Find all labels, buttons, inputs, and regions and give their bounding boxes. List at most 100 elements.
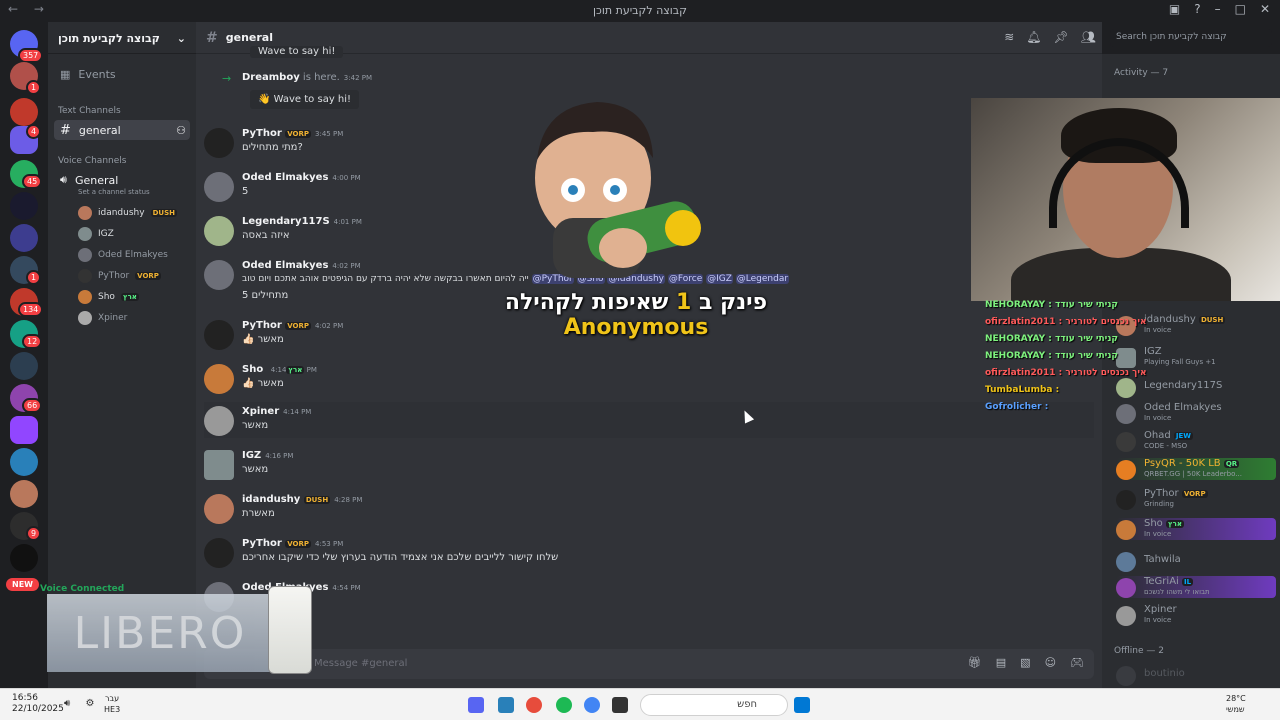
events-label: Events — [78, 67, 116, 81]
clock[interactable]: 16:56 22/10/2025 — [12, 693, 64, 715]
message-text: ייה להיום תאשרו בבקשה שלא יהיה ברדק עם ה… — [242, 274, 790, 284]
voice-user[interactable]: idandushy DUSH — [78, 206, 177, 220]
spotify-taskbar-icon[interactable] — [556, 697, 572, 713]
voice-user[interactable]: PyThor VORP — [78, 269, 161, 283]
chat-line: ofirzlatin2011 : איך נכנסים לטורניר — [985, 317, 1147, 327]
author[interactable]: Oded Elmakyes 4:00 PM — [242, 172, 361, 183]
server-header[interactable]: קבוצה לקביעת תוכן ⌄ — [48, 22, 196, 54]
avatar[interactable] — [204, 128, 234, 158]
avatar[interactable] — [204, 406, 234, 436]
weather-widget[interactable]: 28°C שמשי — [1226, 693, 1246, 715]
author[interactable]: PyThor VORP 4:53 PM — [242, 538, 343, 549]
avatar[interactable] — [204, 320, 234, 350]
avatar[interactable] — [204, 494, 234, 524]
offline-header: Offline — 2 — [1114, 646, 1164, 656]
taskbar-search[interactable]: חפש — [640, 694, 788, 716]
pin-icon[interactable]: 📌︎ — [1054, 30, 1069, 44]
twitch-server-icon[interactable] — [10, 416, 38, 444]
windows-start-icon[interactable] — [794, 697, 810, 713]
server-icon[interactable] — [10, 448, 38, 476]
server-icon[interactable] — [10, 192, 38, 220]
emoji-icon[interactable]: ☺ — [1045, 656, 1056, 669]
gif-icon[interactable]: ▤ — [996, 656, 1006, 669]
discord-taskbar-icon[interactable] — [468, 697, 484, 713]
sticker-icon[interactable]: ▧ — [1020, 656, 1030, 669]
member-item[interactable]: Sho ארץ In voice — [1116, 518, 1276, 540]
bell-icon[interactable]: 🔔︎ — [1026, 30, 1041, 44]
help-icon[interactable]: ? — [1194, 2, 1200, 16]
member-item[interactable]: Xpiner In voice — [1116, 604, 1276, 626]
new-pill[interactable]: NEW — [6, 578, 39, 591]
voice-user[interactable]: Oded Elmakyes — [78, 248, 168, 262]
server-icon[interactable] — [10, 480, 38, 508]
app-taskbar-icon[interactable] — [612, 697, 628, 713]
member-item[interactable]: PyThor VORP Grinding — [1116, 488, 1276, 510]
title-bar: ← → קבוצה לקביעת תוכן ▣ ? – □ ✕ — [0, 0, 1280, 22]
channel-general[interactable]: # general ⚇ — [54, 120, 190, 140]
window-title: קבוצה לקביעת תוכן — [593, 4, 687, 17]
member-item[interactable]: boutinio — [1116, 664, 1276, 686]
gift-icon[interactable]: 🎁︎ — [968, 656, 982, 669]
voice-status[interactable]: Set a channel status — [78, 188, 150, 196]
member-item[interactable]: IGZ Playing Fall Guys +1 — [1116, 346, 1276, 368]
member-item[interactable]: Tahwila — [1116, 550, 1276, 572]
server-icon[interactable] — [10, 544, 38, 572]
search-input[interactable]: Search קבוצה לקביעת תוכן — [1110, 29, 1272, 47]
events-item[interactable]: ▦ Events — [54, 64, 190, 84]
text-category[interactable]: Text Channels — [58, 106, 121, 116]
badge: 66 — [22, 398, 43, 413]
wave-button[interactable]: 👋 Wave to say hi! — [250, 90, 360, 109]
maximize-button[interactable]: □ — [1235, 2, 1246, 16]
server-icon[interactable] — [10, 224, 38, 252]
voice-category[interactable]: Voice Channels — [58, 156, 126, 166]
member-item[interactable]: Oded Elmakyes In voice — [1116, 402, 1276, 424]
avatar[interactable] — [204, 538, 234, 568]
chrome-taskbar-icon[interactable] — [584, 697, 600, 713]
inbox-icon[interactable]: ▣ — [1169, 2, 1180, 16]
avatar[interactable] — [204, 172, 234, 202]
author[interactable]: Oded Elmakyes 4:02 PM — [242, 260, 361, 271]
member-item[interactable]: TeGriAi IL תבואו לי משהו לנשכם — [1116, 576, 1276, 598]
add-member-icon[interactable]: ⚇ — [176, 124, 186, 137]
member-list-icon[interactable]: 👥︎ — [1081, 30, 1096, 44]
author[interactable]: Legendary117S 4:01 PM — [242, 216, 362, 227]
language-indicator[interactable]: עבר HE3 — [104, 693, 120, 715]
alert-number: 1 — [675, 290, 692, 315]
notepad-taskbar-icon[interactable] — [498, 697, 514, 713]
author[interactable]: PyThor VORP 3:45 PM — [242, 128, 343, 139]
author[interactable]: idandushy DUSH 4:28 PM — [242, 494, 362, 505]
wave-button[interactable]: Wave to say hi! — [250, 46, 344, 58]
member-item[interactable]: Legendary117S — [1116, 376, 1276, 398]
avatar[interactable] — [204, 364, 234, 394]
member-item[interactable]: PsyQR - 50K LB QR QRBET.GG | 50K Leaderbo… — [1116, 458, 1276, 480]
member-item[interactable]: Ohad JEW CODE - MSO — [1116, 430, 1276, 452]
voice-user[interactable]: Sho ארץ — [78, 290, 139, 304]
server-icon[interactable] — [10, 352, 38, 380]
tray-icons[interactable]: 🔊︎ ⚙ — [64, 698, 100, 709]
message-input[interactable]: Message #general — [204, 649, 1094, 679]
threads-icon[interactable]: ≋ — [1004, 30, 1014, 44]
avatar — [1116, 490, 1136, 510]
avatar — [78, 227, 92, 241]
author[interactable]: Xpiner 4:14 PM — [242, 406, 311, 417]
hash-icon: # — [206, 29, 218, 46]
voice-user[interactable]: IGZ — [78, 227, 114, 241]
minimize-button[interactable]: – — [1215, 2, 1221, 16]
voice-user[interactable]: Xpiner — [78, 311, 127, 325]
close-button[interactable]: ✕ — [1260, 2, 1270, 16]
avatar[interactable] — [204, 450, 234, 480]
avatar[interactable] — [204, 216, 234, 246]
author[interactable]: PyThor VORP 4:02 PM — [242, 320, 343, 331]
author[interactable]: Dreamboy is here. 3:42 PM — [242, 72, 372, 83]
app-taskbar-icon[interactable] — [526, 697, 542, 713]
game-controller-icon[interactable]: 🎮︎ — [1070, 656, 1084, 669]
activity-header[interactable]: Activity — 7 — [1114, 68, 1168, 78]
member-name: PsyQR - 50K LB QR — [1144, 458, 1240, 469]
voice-channel-general[interactable]: 🔊︎ General — [54, 170, 190, 190]
author[interactable]: Sho ארץ4:14 PM — [242, 364, 317, 375]
avatar[interactable] — [204, 260, 234, 290]
server-icon[interactable] — [10, 98, 38, 126]
author[interactable]: IGZ 4:16 PM — [242, 450, 293, 461]
member-status: Playing Fall Guys +1 — [1144, 358, 1216, 366]
voice-connected-status[interactable]: Voice Connected — [40, 584, 124, 594]
